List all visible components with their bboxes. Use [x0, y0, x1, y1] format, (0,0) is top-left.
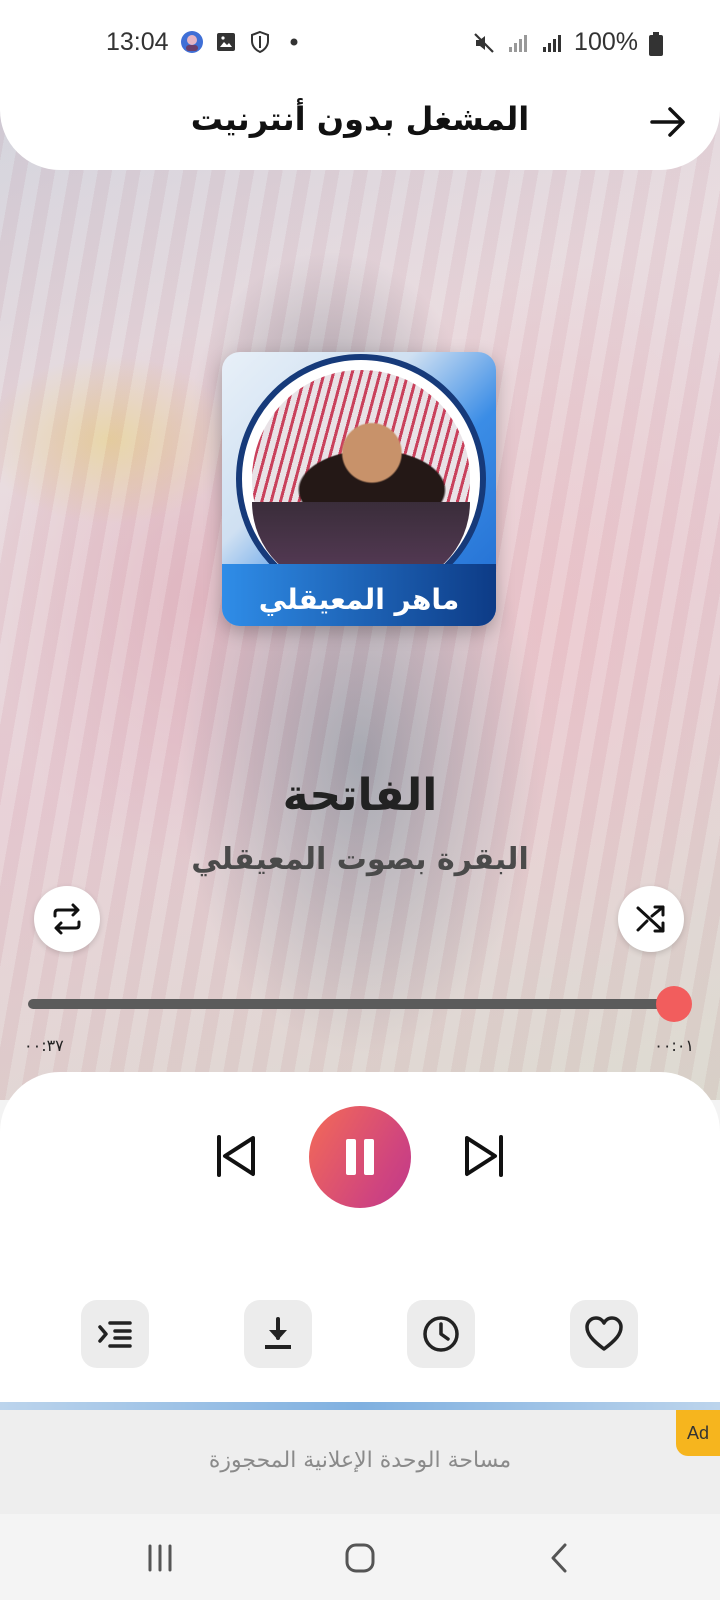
gallery-icon	[214, 30, 238, 54]
notification-icons	[180, 30, 306, 54]
playlist-icon	[98, 1321, 132, 1348]
dot-icon	[282, 30, 306, 54]
status-bar: 13:04 100%	[0, 0, 720, 86]
signal-icon-1	[506, 31, 530, 55]
pause-icon	[346, 1139, 374, 1175]
status-time: 13:04	[106, 28, 169, 56]
recents-icon	[148, 1544, 172, 1572]
time-elapsed: ٠٠:٠١	[654, 1036, 694, 1055]
recents-button[interactable]	[136, 1534, 184, 1582]
nav-back-button[interactable]	[536, 1534, 584, 1582]
queue-button[interactable]	[81, 1300, 149, 1368]
app-header: المشغل بدون أنترنيت	[0, 86, 720, 170]
divider	[0, 1402, 720, 1410]
page-title: المشغل بدون أنترنيت	[190, 100, 530, 138]
download-icon	[265, 1317, 291, 1349]
cover-reciter-name: ماهر المعيقلي	[258, 583, 460, 616]
clock-icon	[423, 1316, 459, 1352]
battery-icon	[648, 31, 672, 56]
skip-previous-icon	[217, 1135, 255, 1177]
mute-icon	[472, 31, 496, 55]
download-button[interactable]	[244, 1300, 312, 1368]
ad-placeholder-text: مساحة الوحدة الإعلانية المحجوزة	[208, 1448, 512, 1473]
next-button[interactable]	[454, 1126, 514, 1186]
shuffle-button[interactable]	[618, 886, 684, 952]
skip-next-icon	[465, 1135, 503, 1177]
heart-icon	[585, 1316, 623, 1351]
app-avatar-icon	[180, 30, 204, 54]
repeat-icon	[53, 903, 81, 935]
chevron-left-icon	[551, 1543, 567, 1573]
repeat-button[interactable]	[34, 886, 100, 952]
shield-icon	[248, 30, 272, 54]
track-title: الفاتحة	[282, 770, 438, 821]
home-icon	[345, 1543, 375, 1573]
arrow-right-icon	[650, 107, 685, 137]
pause-button[interactable]	[309, 1106, 411, 1208]
time-total: ٠٠:٣٧	[24, 1036, 64, 1055]
previous-button[interactable]	[206, 1126, 266, 1186]
signal-icon-2	[540, 31, 564, 55]
sleep-timer-button[interactable]	[407, 1300, 475, 1368]
progress-thumb[interactable]	[656, 986, 692, 1022]
system-nav-bar	[0, 1514, 720, 1600]
shuffle-icon	[636, 905, 665, 933]
system-status-icons: 100%	[472, 28, 672, 57]
home-button[interactable]	[336, 1534, 384, 1582]
ad-banner[interactable]: مساحة الوحدة الإعلانية المحجوزة Ad	[0, 1410, 720, 1514]
back-button[interactable]	[646, 100, 690, 144]
battery-percent: 100%	[574, 28, 638, 56]
progress-track[interactable]	[28, 999, 674, 1009]
ad-badge: Ad	[676, 1410, 720, 1456]
favorite-button[interactable]	[570, 1300, 638, 1368]
track-subtitle: البقرة بصوت المعيقلي	[191, 842, 529, 877]
album-cover: ماهر المعيقلي	[222, 352, 496, 626]
